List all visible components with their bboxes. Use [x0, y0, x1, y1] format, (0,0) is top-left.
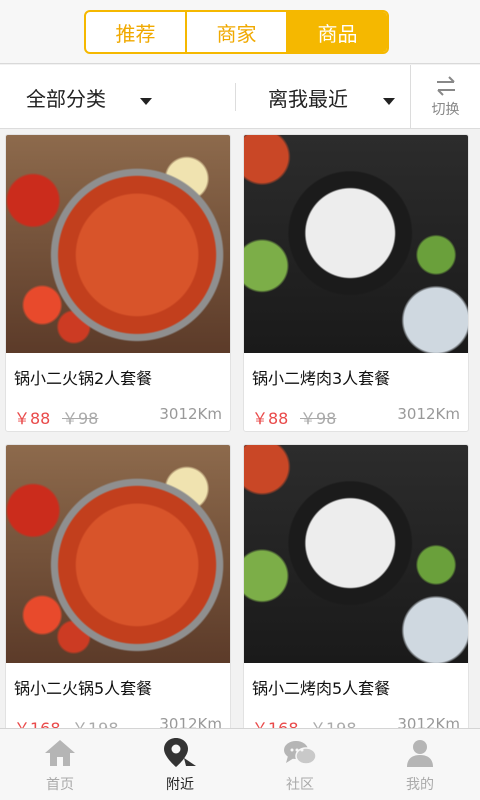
product-image[interactable]: [244, 135, 468, 353]
product-original-price: ￥98: [300, 409, 337, 428]
segment-control: 推荐 商家 商品: [84, 10, 389, 54]
nav-label: 首页: [46, 776, 74, 793]
product-card[interactable]: 锅小二烤肉3人套餐 ￥88 ￥98 3012Km: [243, 134, 469, 432]
product-name: 锅小二烤肉5人套餐: [252, 679, 391, 698]
product-distance: 3012Km: [397, 405, 460, 423]
nav-profile[interactable]: 我的: [360, 729, 480, 800]
filter-bar: 全部分类 离我最近 切换: [0, 65, 480, 129]
category-filter[interactable]: 全部分类: [26, 65, 106, 129]
product-image[interactable]: [244, 445, 468, 663]
switch-arrows-icon: [436, 76, 455, 96]
location-pin-icon: [162, 736, 198, 770]
product-name: 锅小二烤肉3人套餐: [252, 369, 391, 388]
filter-divider: [235, 83, 236, 111]
switch-view-button[interactable]: 切换: [410, 65, 480, 129]
product-name: 锅小二火锅5人套餐: [14, 679, 153, 698]
bottom-nav: 首页 附近 社区 我的: [0, 728, 480, 800]
product-name: 锅小二火锅2人套餐: [14, 369, 153, 388]
product-card[interactable]: 锅小二火锅2人套餐 ￥88 ￥98 3012Km: [5, 134, 231, 432]
tab-products[interactable]: 商品: [288, 12, 387, 52]
nav-label: 我的: [406, 776, 434, 793]
chat-bubbles-icon: [282, 736, 318, 770]
home-icon: [43, 736, 77, 770]
tab-recommend[interactable]: 推荐: [86, 12, 187, 52]
user-icon: [404, 736, 436, 770]
nav-label: 附近: [166, 776, 194, 793]
nav-nearby[interactable]: 附近: [120, 729, 240, 800]
nav-label: 社区: [286, 776, 314, 793]
product-original-price: ￥98: [62, 409, 99, 428]
sort-caret-icon[interactable]: [383, 98, 395, 105]
product-distance: 3012Km: [159, 405, 222, 423]
nav-community[interactable]: 社区: [240, 729, 360, 800]
sort-filter[interactable]: 离我最近: [268, 65, 348, 129]
product-image[interactable]: [6, 135, 230, 353]
product-card[interactable]: 锅小二火锅5人套餐 ￥168 ￥198 3012Km: [5, 444, 231, 742]
category-caret-icon[interactable]: [140, 98, 152, 105]
nav-home[interactable]: 首页: [0, 729, 120, 800]
tab-merchants[interactable]: 商家: [187, 12, 288, 52]
product-price: ￥88: [252, 409, 289, 428]
product-price: ￥88: [14, 409, 51, 428]
switch-label: 切换: [431, 102, 460, 118]
top-bar: 推荐 商家 商品: [0, 0, 480, 64]
product-image[interactable]: [6, 445, 230, 663]
product-card[interactable]: 锅小二烤肉5人套餐 ￥168 ￥198 3012Km: [243, 444, 469, 742]
